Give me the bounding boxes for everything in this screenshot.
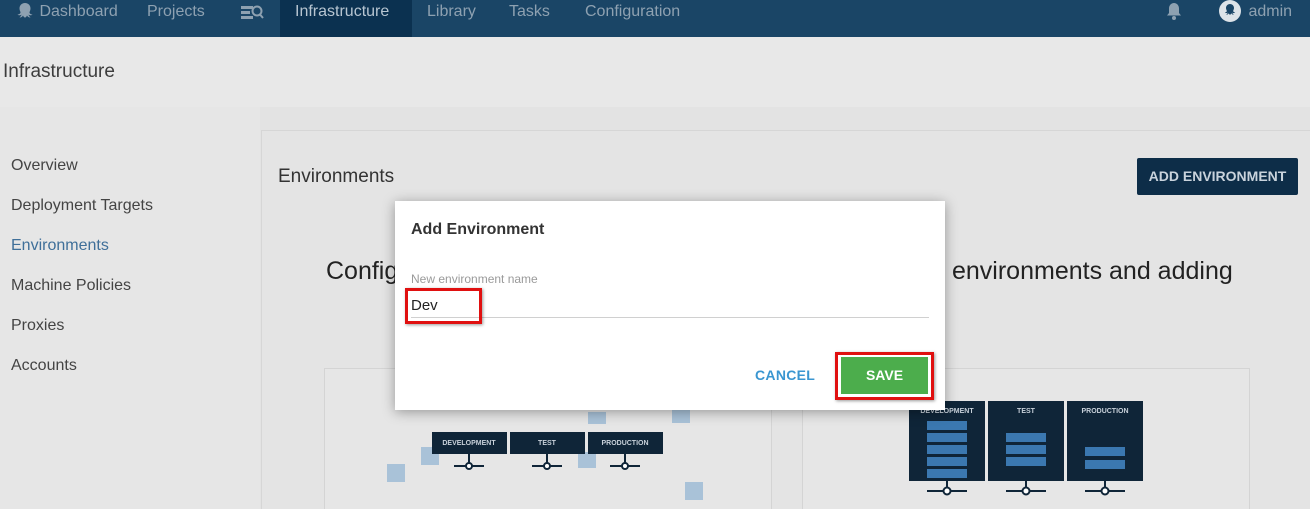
illus2-label-prod: PRODUCTION xyxy=(1081,408,1128,415)
bell-icon xyxy=(1165,0,1183,30)
nav-library-label: Library xyxy=(427,3,476,20)
save-button[interactable]: SAVE xyxy=(841,357,928,394)
nav-infrastructure-label: Infrastructure xyxy=(295,3,390,20)
input-highlight-box xyxy=(405,288,482,324)
add-environment-button[interactable]: ADD ENVIRONMENT xyxy=(1137,158,1298,195)
sidebar-item-proxies[interactable]: Proxies xyxy=(11,317,64,335)
notifications-button[interactable] xyxy=(1150,0,1198,37)
page-title: Infrastructure xyxy=(3,61,115,82)
content-title: Environments xyxy=(278,166,395,187)
dialog-title: Add Environment xyxy=(411,221,545,238)
avatar xyxy=(1218,0,1244,32)
nav-dashboard-label: Dashboard xyxy=(39,3,118,20)
nav-library[interactable]: Library xyxy=(412,0,491,37)
nav-configuration-label: Configuration xyxy=(585,3,681,20)
user-name: admin xyxy=(1248,3,1293,20)
sidebar-item-overview[interactable]: Overview xyxy=(11,157,78,175)
environment-name-input[interactable] xyxy=(411,293,929,318)
environment-name-label: New environment name xyxy=(411,272,538,286)
nav-tasks-label: Tasks xyxy=(509,3,550,20)
octopus-icon xyxy=(15,0,35,30)
intro-right-text: environments and adding xyxy=(952,257,1233,285)
nav-projects[interactable]: Projects xyxy=(132,0,220,37)
sidebar-item-deployment-targets[interactable]: Deployment Targets xyxy=(11,197,153,215)
page-header: Infrastructure xyxy=(0,37,1310,107)
nav-tasks[interactable]: Tasks xyxy=(494,0,565,37)
sidebar-item-machine-policies[interactable]: Machine Policies xyxy=(11,277,131,295)
sidebar: Overview Deployment Targets Environments… xyxy=(0,107,260,509)
nav-projects-label: Projects xyxy=(147,3,205,20)
illus2-label-test: TEST xyxy=(1017,408,1036,415)
sidebar-item-environments[interactable]: Environments xyxy=(11,237,109,255)
nav-search[interactable] xyxy=(225,0,279,37)
top-nav-bar: Dashboard Projects Infrastructure Librar… xyxy=(0,0,1310,37)
illus-label-prod: PRODUCTION xyxy=(601,440,648,447)
illus-label-test: TEST xyxy=(538,440,557,447)
nav-dashboard[interactable]: Dashboard xyxy=(0,0,133,37)
nav-configuration[interactable]: Configuration xyxy=(570,0,695,37)
nav-infrastructure[interactable]: Infrastructure xyxy=(280,0,412,37)
search-icon xyxy=(240,0,264,30)
user-menu[interactable]: admin xyxy=(1203,0,1307,37)
cancel-button[interactable]: CANCEL xyxy=(755,367,815,383)
add-environment-dialog: Add Environment New environment name CAN… xyxy=(395,201,945,410)
illus-label-dev: DEVELOPMENT xyxy=(442,440,496,447)
sidebar-item-accounts[interactable]: Accounts xyxy=(11,357,77,375)
